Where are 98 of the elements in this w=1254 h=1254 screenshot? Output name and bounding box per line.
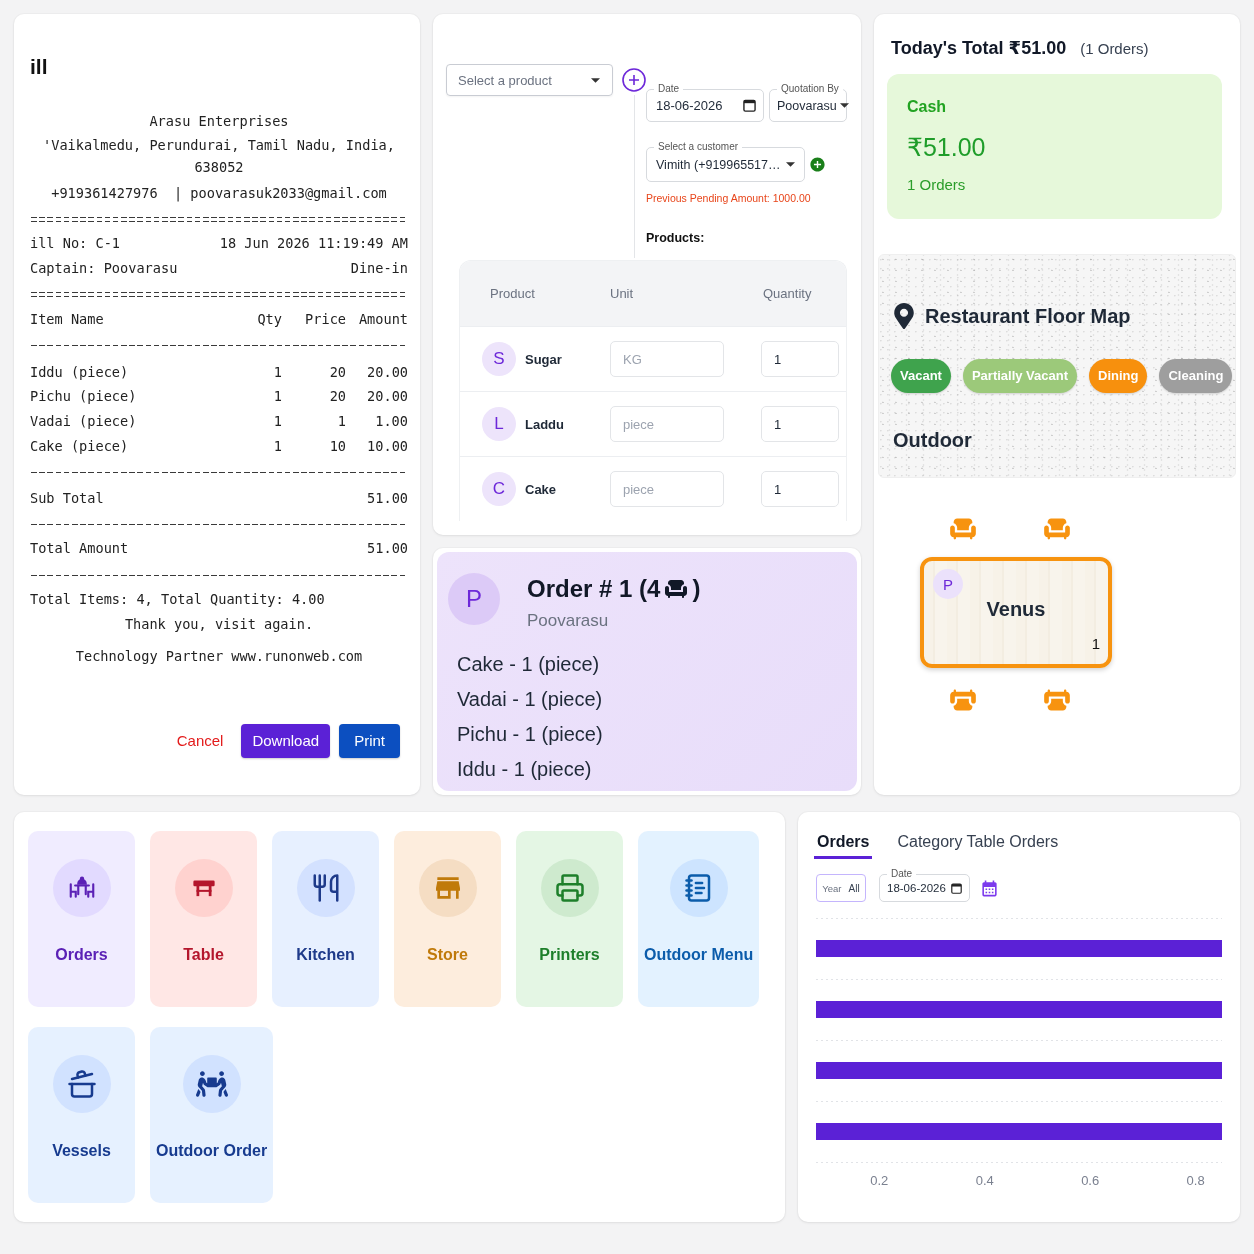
shortcut-tile[interactable]: Outdoor Menu xyxy=(638,831,760,1007)
axis-tick-label: 0.6 xyxy=(1081,1173,1100,1188)
calendar-icon[interactable] xyxy=(743,99,756,112)
address-text: 'Vaikalmedu, Perundurai, Tamil Nadu, India, 638052 xyxy=(42,135,396,177)
dialog-title: ill xyxy=(30,54,48,80)
tab[interactable]: Orders xyxy=(814,828,873,859)
year-filter[interactable]: Year All xyxy=(816,874,866,902)
product-avatar: S xyxy=(482,342,516,376)
date-field[interactable]: Date 18-06-2026 xyxy=(646,82,764,122)
shortcut-tile[interactable]: Kitchen xyxy=(272,831,379,1007)
download-button[interactable]: Download xyxy=(241,723,331,758)
total-label: Total Amount xyxy=(30,539,129,559)
total-orders: (1 Orders) xyxy=(1080,39,1149,59)
subtotal-label: Sub Total xyxy=(30,488,104,508)
column-header: Quantity xyxy=(763,286,812,301)
date-field[interactable]: Date 18-06-2026 xyxy=(879,867,970,902)
location-pin-icon xyxy=(894,303,914,329)
axis-tick-label: 0.8 xyxy=(1186,1173,1205,1188)
bill-number: ill No: C-1 xyxy=(30,234,121,254)
product-select[interactable]: Select a product xyxy=(446,64,613,96)
total-title: Today's Total ₹51.00 xyxy=(891,37,1067,60)
caret-icon xyxy=(839,103,849,108)
user-avatar: P xyxy=(448,573,500,625)
shortcut-tile[interactable]: Printers xyxy=(516,831,623,1007)
subtotal-value: 51.00 xyxy=(367,488,408,508)
quantity-field[interactable]: 1 xyxy=(761,471,839,507)
thanks-text: Thank you, visit again. xyxy=(124,614,314,634)
print-button[interactable]: Print xyxy=(339,723,400,758)
order-title-end: ) xyxy=(692,574,701,604)
shortcut-tile[interactable]: Vessels xyxy=(28,1027,135,1203)
add-icon[interactable] xyxy=(622,68,646,92)
user-avatar: P xyxy=(933,569,963,599)
summary-text: Total Items: 4, Total Quantity: 4.00 xyxy=(30,590,325,610)
axis-tick-label: 0.4 xyxy=(975,1173,994,1188)
customer-select[interactable]: Select a customer Vimith (+919965517… xyxy=(646,140,805,182)
amount-cell-text: 10.00 xyxy=(367,436,408,456)
column-header: Product xyxy=(490,286,535,301)
qty-cell-text: 1 xyxy=(273,436,282,456)
tab[interactable]: Category Table Orders xyxy=(894,828,1062,859)
payment-amount: ₹51.00 xyxy=(907,132,986,163)
qty-cell-text: 1 xyxy=(273,387,282,407)
captain-text: Captain: Poovarasu xyxy=(30,258,178,278)
item-name-cell-text: Pichu (piece) xyxy=(30,387,137,407)
guest-count: 1 xyxy=(1091,635,1100,652)
quantity-field[interactable]: 1 xyxy=(761,341,839,377)
quantity-field[interactable]: 1 xyxy=(761,406,839,442)
product-name: Laddu xyxy=(525,416,564,432)
axis-tick-label: 0.2 xyxy=(870,1173,889,1188)
amount-cell-text: 1.00 xyxy=(375,411,408,431)
order-item: Iddu - 1 (piece) xyxy=(457,757,592,782)
column-header: Amount xyxy=(358,309,408,329)
price-cell-text: 20 xyxy=(329,362,346,382)
order-type: Dine-in xyxy=(350,258,408,278)
column-header: Qty xyxy=(257,309,282,329)
shortcut-tile[interactable]: Outdoor Order xyxy=(150,1027,274,1203)
amount-cell-text: 20.00 xyxy=(367,362,408,382)
product-name: Sugar xyxy=(525,351,562,367)
price-cell-text: 1 xyxy=(337,411,346,431)
product-avatar: C xyxy=(482,472,516,506)
caret-icon xyxy=(786,162,795,167)
shortcut-tile[interactable]: Table xyxy=(150,831,257,1007)
table-node[interactable]: P Venus 1 xyxy=(920,557,1112,668)
shortcut-tile[interactable]: Orders xyxy=(28,831,135,1007)
qty-cell-text: 1 xyxy=(273,411,282,431)
price-cell-text: 20 xyxy=(329,387,346,407)
total-value: 51.00 xyxy=(367,539,408,559)
caret-icon xyxy=(591,77,600,83)
pending-amount-text: Previous Pending Amount: 1000.00 xyxy=(646,191,811,205)
calendar-icon[interactable] xyxy=(951,882,962,894)
table-name: Venus xyxy=(986,598,1046,621)
product-avatar: L xyxy=(482,407,516,441)
partner-text: Technology Partner www.runonweb.com xyxy=(75,647,363,667)
order-title: Order # 1 (4 xyxy=(527,574,661,604)
order-item: Cake - 1 (piece) xyxy=(457,652,600,677)
payment-orders: 1 Orders xyxy=(907,175,966,195)
captain-name: Poovarasu xyxy=(527,610,609,632)
cancel-button[interactable]: Cancel xyxy=(167,723,233,758)
bill-datetime: 18 Jun 2026 11:19:49 AM xyxy=(219,234,408,254)
item-name-cell-text: Cake (piece) xyxy=(30,436,129,456)
column-header: Price xyxy=(305,309,346,329)
item-name-cell-text: Iddu (piece) xyxy=(30,362,129,382)
amount-cell-text: 20.00 xyxy=(367,387,408,407)
price-cell-text: 10 xyxy=(329,436,346,456)
contact-text: +919361427976 | poovarasuk2033@gmail.com xyxy=(51,183,387,204)
column-header: Unit xyxy=(610,286,634,301)
payment-label: Cash xyxy=(907,97,947,117)
quotation-by-select[interactable]: Quotation By Poovarasu xyxy=(769,82,847,122)
order-item: Vadai - 1 (piece) xyxy=(457,687,603,712)
area-title: Outdoor xyxy=(893,428,972,453)
qty-cell-text: 1 xyxy=(273,362,282,382)
business-name: Arasu Enterprises xyxy=(149,112,289,131)
section-heading: Products: xyxy=(646,230,705,246)
product-name: Cake xyxy=(525,481,557,497)
item-name-cell-text: Vadai (piece) xyxy=(30,411,137,431)
column-header: Item Name xyxy=(30,309,104,329)
floor-map-title: Restaurant Floor Map xyxy=(925,304,1131,328)
order-item: Pichu - 1 (piece) xyxy=(457,722,603,747)
armchair-icon xyxy=(664,577,689,601)
